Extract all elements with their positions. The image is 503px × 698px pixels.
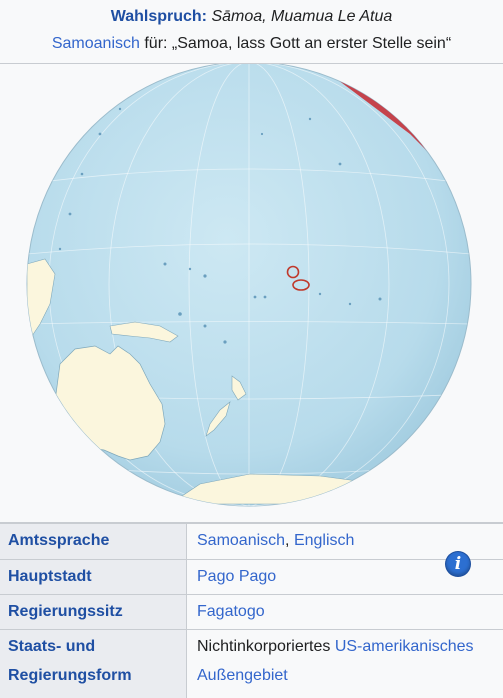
info-icon[interactable]: i: [446, 552, 470, 576]
pago-pago-link[interactable]: Pago Pago: [197, 568, 276, 585]
motto-label: Wahlspruch:: [111, 8, 207, 25]
row-key: Amtssprache: [0, 524, 187, 560]
row-key: Staats- und Regierungsform: [0, 630, 187, 698]
infobox-table: Amtssprache Samoanisch, Englisch Hauptst…: [0, 523, 503, 698]
table-row: Amtssprache Samoanisch, Englisch: [0, 524, 503, 560]
motto-text: Sāmoa, Muamua Le Atua: [211, 8, 392, 25]
motto-translation-line: Samoanisch für: „Samoa, lass Gott an ers…: [0, 32, 503, 56]
row-value: Nichtinkorporiertes US-amerikanisches Au…: [187, 630, 503, 698]
value-text: Nichtinkorporiertes: [197, 638, 335, 655]
samoan-language-link[interactable]: Samoanisch: [52, 35, 140, 52]
row-key: Hauptstadt: [0, 560, 187, 595]
separator: ,: [285, 532, 294, 549]
row-value: Fagatogo: [187, 595, 503, 630]
motto-line: Wahlspruch: Sāmoa, Muamua Le Atua: [0, 6, 503, 28]
samoanisch-link[interactable]: Samoanisch: [197, 532, 285, 549]
fagatogo-link[interactable]: Fagatogo: [197, 603, 265, 620]
table-row: Hauptstadt Pago Pago: [0, 560, 503, 595]
orthographic-globe-map: [0, 64, 503, 523]
row-key: Regierungssitz: [0, 595, 187, 630]
motto-section: Wahlspruch: Sāmoa, Muamua Le Atua Samoan…: [0, 0, 503, 64]
table-row: Regierungssitz Fagatogo: [0, 595, 503, 630]
us-american-link[interactable]: US-amerikanisches: [335, 638, 474, 655]
motto-translation: für: „Samoa, lass Gott an erster Stelle …: [140, 35, 451, 52]
table-row: Staats- und Regierungsform Nichtinkorpor…: [0, 630, 503, 698]
englisch-link[interactable]: Englisch: [294, 532, 354, 549]
location-map[interactable]: i: [0, 64, 503, 523]
aussengebiet-link[interactable]: Außengebiet: [197, 667, 288, 684]
